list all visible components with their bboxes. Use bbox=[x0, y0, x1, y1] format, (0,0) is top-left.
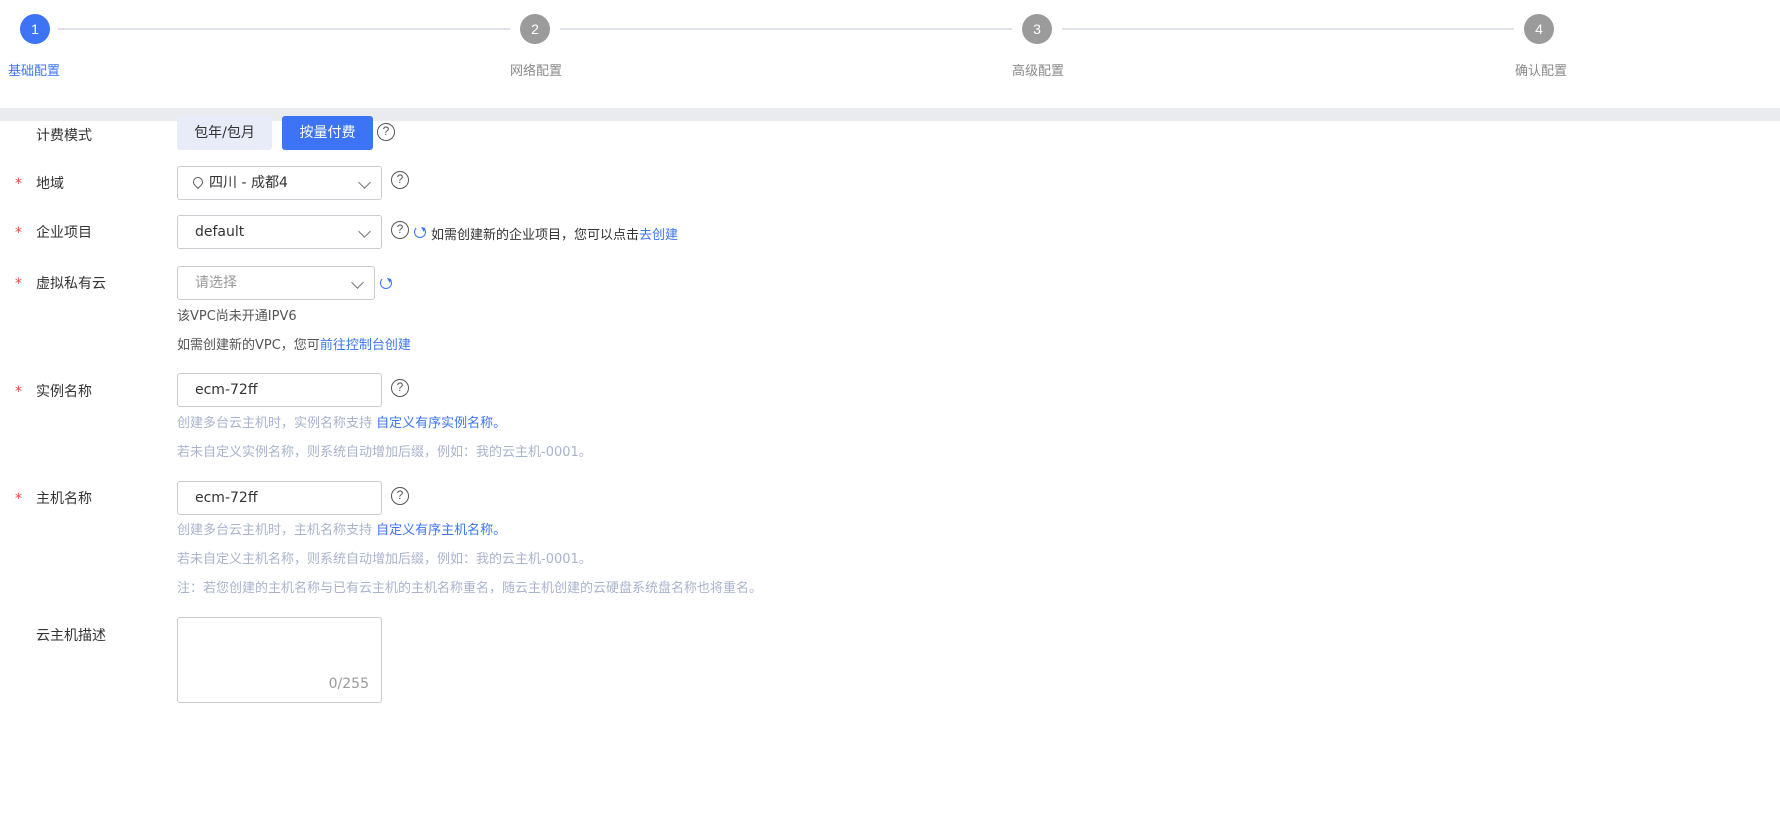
description-label: 云主机描述 bbox=[36, 628, 106, 644]
required-mark: * bbox=[15, 225, 22, 241]
region-label: * 地域 bbox=[15, 176, 64, 192]
vpc-label: * 虚拟私有云 bbox=[15, 276, 106, 292]
project-select[interactable]: default bbox=[177, 215, 382, 249]
instance-name-suffix-hint: 若未自定义实例名称，则系统自动增加后缀，例如：我的云主机-0001。 bbox=[177, 445, 592, 460]
step-2-indicator[interactable]: 2 bbox=[520, 14, 550, 44]
vpc-ipv6-note: 该VPC尚未开通IPV6 bbox=[177, 309, 297, 324]
wizard-stepper: 1 2 3 4 基础配置 网络配置 高级配置 确认配置 bbox=[0, 0, 1780, 108]
basic-config-form: 计费模式 包年/包月 按量付费 ? * 地域 四川 - 成都4 ? * 企业项目 d… bbox=[0, 116, 1770, 821]
host-name-help-icon[interactable]: ? bbox=[391, 487, 409, 505]
host-name-value: ecm-72ff bbox=[195, 490, 258, 506]
required-mark: * bbox=[15, 176, 22, 192]
project-create-hint: 如需创建新的企业项目，您可以点击去创建 bbox=[431, 228, 679, 243]
required-mark: * bbox=[15, 491, 22, 507]
step-4-label: 确认配置 bbox=[1515, 64, 1568, 79]
step-connector bbox=[58, 28, 510, 30]
region-select-value: 四川 - 成都4 bbox=[209, 175, 288, 191]
billing-yearly-monthly-button[interactable]: 包年/包月 bbox=[177, 116, 272, 150]
required-mark: * bbox=[15, 384, 22, 400]
instance-name-help-icon[interactable]: ? bbox=[391, 379, 409, 397]
step-3-label: 高级配置 bbox=[1012, 64, 1065, 79]
project-refresh-icon[interactable] bbox=[414, 226, 426, 238]
chevron-down-icon bbox=[351, 276, 364, 289]
vpc-select-placeholder: 请选择 bbox=[195, 275, 237, 291]
step-1-label: 基础配置 bbox=[8, 64, 61, 79]
custom-host-name-link[interactable]: 自定义有序主机名称。 bbox=[376, 523, 506, 538]
project-label: * 企业项目 bbox=[15, 225, 92, 241]
step-4-indicator[interactable]: 4 bbox=[1524, 14, 1554, 44]
chevron-down-icon bbox=[358, 225, 371, 238]
step-connector bbox=[560, 28, 1012, 30]
step-2-label: 网络配置 bbox=[510, 64, 563, 79]
vpc-create-hint: 如需创建新的VPC，您可前往控制台创建 bbox=[177, 338, 411, 353]
billing-mode-label: 计费模式 bbox=[36, 128, 92, 144]
region-select[interactable]: 四川 - 成都4 bbox=[177, 166, 382, 200]
required-mark: * bbox=[15, 276, 22, 292]
description-char-counter: 0/255 bbox=[328, 676, 369, 692]
create-vpc-link[interactable]: 前往控制台创建 bbox=[320, 338, 411, 353]
billing-help-icon[interactable]: ? bbox=[377, 123, 395, 141]
step-connector bbox=[1062, 28, 1514, 30]
description-textarea[interactable]: 0/255 bbox=[177, 617, 382, 703]
instance-name-value: ecm-72ff bbox=[195, 382, 258, 398]
create-project-link[interactable]: 去创建 bbox=[639, 228, 678, 243]
host-name-suffix-hint: 若未自定义主机名称，则系统自动增加后缀，例如：我的云主机-0001。 bbox=[177, 552, 592, 567]
project-help-icon[interactable]: ? bbox=[391, 221, 409, 239]
host-name-input[interactable]: ecm-72ff bbox=[177, 481, 382, 515]
host-name-hint: 创建多台云主机时，主机名称支持 自定义有序主机名称。 bbox=[177, 523, 507, 538]
host-name-label: * 主机名称 bbox=[15, 491, 92, 507]
vpc-refresh-icon[interactable] bbox=[380, 277, 392, 289]
vpc-select[interactable]: 请选择 bbox=[177, 266, 375, 300]
chevron-down-icon bbox=[358, 176, 371, 189]
project-select-value: default bbox=[195, 224, 245, 240]
region-help-icon[interactable]: ? bbox=[391, 171, 409, 189]
host-name-duplicate-note: 注：若您创建的主机名称与已有云主机的主机名称重名，随云主机创建的云硬盘系统盘名称… bbox=[177, 581, 763, 596]
custom-instance-name-link[interactable]: 自定义有序实例名称。 bbox=[376, 416, 506, 431]
instance-name-hint: 创建多台云主机时，实例名称支持 自定义有序实例名称。 bbox=[177, 416, 507, 431]
instance-name-input[interactable]: ecm-72ff bbox=[177, 373, 382, 407]
location-pin-icon bbox=[190, 174, 206, 190]
step-3-indicator[interactable]: 3 bbox=[1022, 14, 1052, 44]
instance-name-label: * 实例名称 bbox=[15, 384, 92, 400]
step-1-indicator[interactable]: 1 bbox=[20, 14, 50, 44]
billing-pay-per-use-button[interactable]: 按量付费 bbox=[282, 116, 373, 150]
